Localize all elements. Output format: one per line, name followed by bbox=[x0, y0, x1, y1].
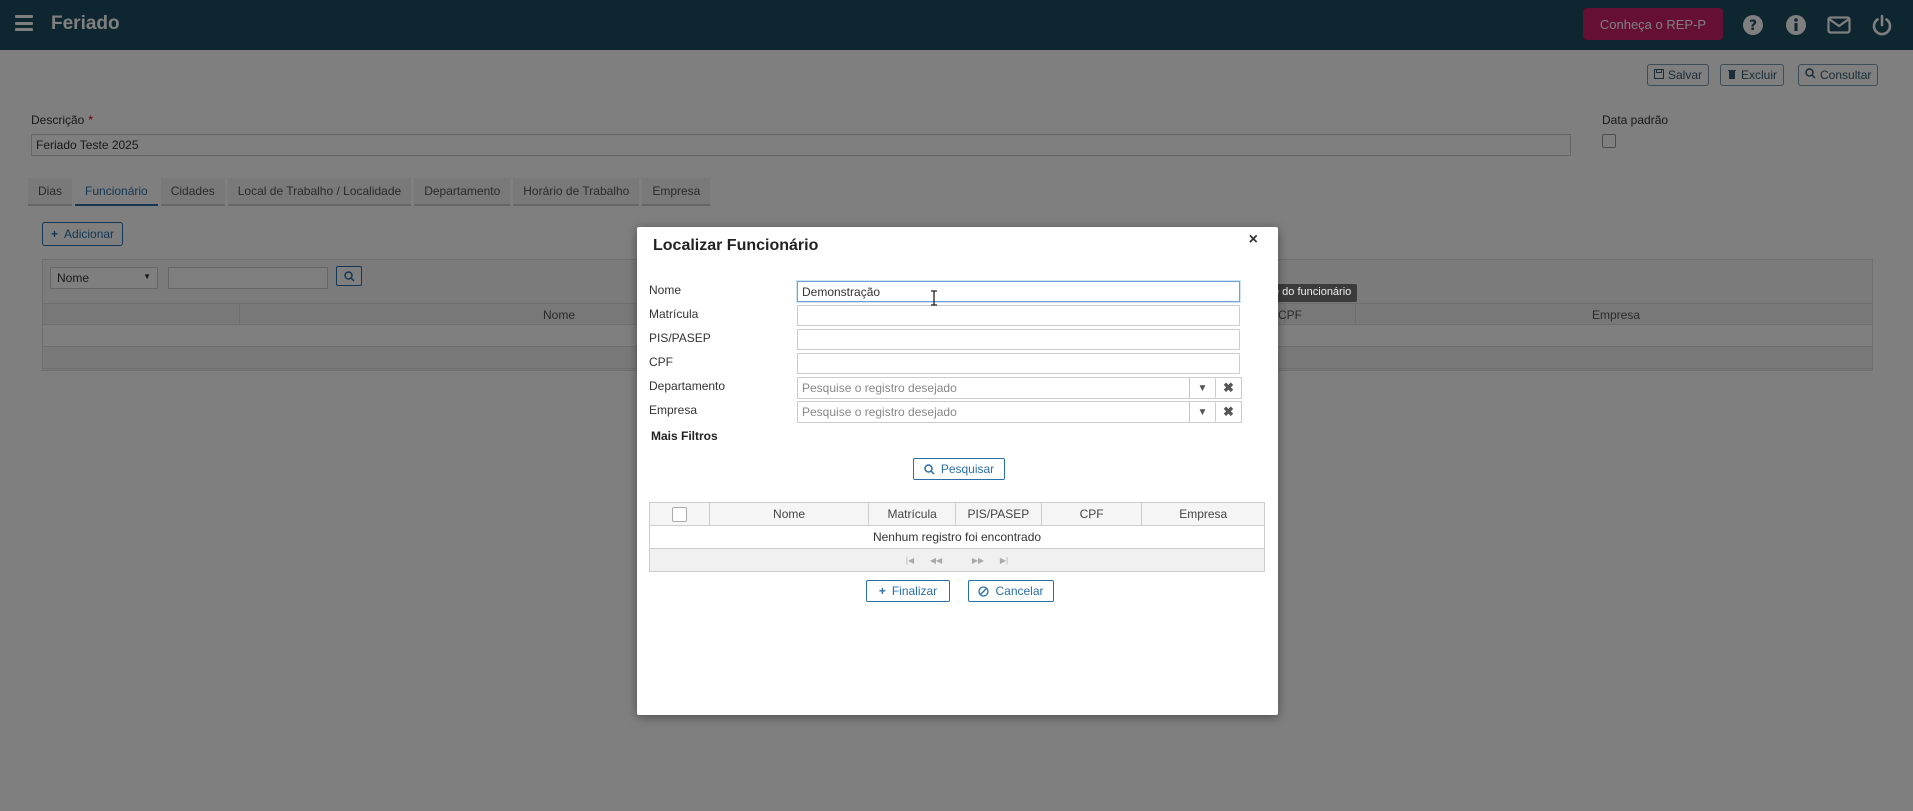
cancel-button-label: Cancelar bbox=[995, 584, 1044, 598]
next-page-icon[interactable]: ▶▶ bbox=[967, 552, 989, 568]
column-pis[interactable]: PIS/PASEP bbox=[956, 503, 1042, 525]
text-cursor-icon bbox=[930, 290, 938, 306]
pagination: |◀ ◀◀ ▶▶ ▶| bbox=[649, 549, 1265, 572]
prev-page-icon[interactable]: ◀◀ bbox=[925, 552, 947, 568]
page-spacer bbox=[951, 552, 963, 568]
cancel-button[interactable]: Cancelar bbox=[968, 580, 1054, 602]
first-page-icon[interactable]: |◀ bbox=[899, 552, 921, 568]
cpf-input[interactable] bbox=[797, 353, 1240, 374]
clear-icon[interactable]: ✖ bbox=[1215, 378, 1241, 398]
departamento-lookup[interactable]: Pesquise o registro desejado ▼ ✖ bbox=[797, 377, 1242, 399]
dialog-title: Localizar Funcionário bbox=[653, 237, 819, 254]
empresa-placeholder: Pesquise o registro desejado bbox=[802, 405, 957, 419]
close-icon[interactable]: × bbox=[1249, 231, 1258, 249]
matricula-input[interactable] bbox=[797, 305, 1240, 326]
departamento-label: Departamento bbox=[649, 379, 726, 393]
clear-icon[interactable]: ✖ bbox=[1215, 402, 1241, 422]
column-nome[interactable]: Nome bbox=[710, 503, 870, 525]
caret-down-icon[interactable]: ▼ bbox=[1189, 378, 1215, 398]
results-table: Nome Matrícula PIS/PASEP CPF Empresa Nen… bbox=[649, 502, 1265, 572]
empresa-lookup[interactable]: Pesquise o registro desejado ▼ ✖ bbox=[797, 401, 1242, 423]
finish-button[interactable]: + Finalizar bbox=[866, 580, 950, 602]
find-employee-dialog: Localizar Funcionário × Nome Demonstraçã… bbox=[637, 227, 1278, 715]
select-all-checkbox[interactable] bbox=[671, 506, 687, 522]
search-button-label: Pesquisar bbox=[940, 462, 995, 476]
ban-icon bbox=[978, 585, 990, 597]
empty-message: Nenhum registro foi encontrado bbox=[649, 526, 1265, 549]
search-button[interactable]: Pesquisar bbox=[913, 458, 1005, 480]
pis-label: PIS/PASEP bbox=[649, 331, 711, 345]
select-all-cell bbox=[650, 503, 710, 525]
last-page-icon[interactable]: ▶| bbox=[993, 552, 1015, 568]
column-cpf[interactable]: CPF bbox=[1042, 503, 1143, 525]
cpf-label: CPF bbox=[649, 355, 673, 369]
column-matricula[interactable]: Matrícula bbox=[869, 503, 957, 525]
pis-input[interactable] bbox=[797, 329, 1240, 350]
plus-icon: + bbox=[878, 584, 886, 598]
empresa-label: Empresa bbox=[649, 403, 698, 417]
finish-button-label: Finalizar bbox=[891, 584, 938, 598]
tooltip: e do funcionário bbox=[1267, 284, 1358, 302]
departamento-placeholder: Pesquise o registro desejado bbox=[802, 381, 957, 395]
matricula-label: Matrícula bbox=[649, 307, 699, 321]
search-icon bbox=[924, 463, 935, 475]
column-empresa[interactable]: Empresa bbox=[1142, 503, 1264, 525]
caret-down-icon[interactable]: ▼ bbox=[1189, 402, 1215, 422]
results-header: Nome Matrícula PIS/PASEP CPF Empresa bbox=[649, 502, 1265, 526]
nome-input[interactable]: Demonstração bbox=[797, 281, 1240, 302]
nome-label: Nome bbox=[649, 283, 682, 297]
more-filters-toggle[interactable]: Mais Filtros bbox=[651, 429, 718, 443]
